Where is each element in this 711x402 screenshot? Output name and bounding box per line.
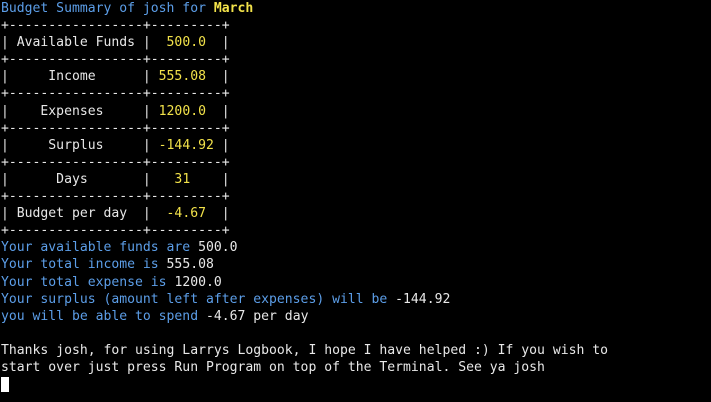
table-row: | Surplus | -144.92 | [1, 137, 711, 154]
budget-table: +-----------------+---------+ | Availabl… [1, 17, 711, 239]
row-value: -4.67 [150, 206, 222, 222]
table-row: | Expenses | 1200.0 | [1, 103, 711, 120]
row-end: | [221, 69, 230, 85]
table-border: +-----------------+---------+ [1, 18, 230, 34]
table-border: +-----------------+---------+ [1, 189, 230, 205]
row-end: | [221, 35, 230, 51]
table-row: | Income | 555.08 | [1, 68, 711, 85]
table-border: +-----------------+---------+ [1, 52, 230, 68]
summary-value: 1200.0 [174, 274, 222, 290]
terminal-output[interactable]: Budget Summary of josh for March +------… [1, 0, 711, 393]
terminal-cursor[interactable] [1, 377, 9, 393]
summary-line: Your total expense is 1200.0 [1, 274, 711, 291]
summary-line: Your total income is 555.08 [1, 256, 711, 273]
summary-lines: Your available funds are 500.0 Your tota… [1, 239, 711, 324]
summary-value: 555.08 [166, 257, 214, 273]
row-value: 1200.0 [150, 103, 222, 119]
row-label: | Budget per day | [1, 206, 151, 222]
row-label: | Days | [1, 171, 151, 187]
row-value: 555.08 [150, 69, 222, 85]
closing-line-2: start over just press Run Program on top… [1, 359, 545, 375]
summary-suffix: per day [245, 308, 309, 324]
summary-text: Your total income is [1, 257, 167, 273]
table-border: +-----------------+---------+ [1, 223, 230, 239]
summary-title: Budget Summary of josh for March [1, 0, 711, 17]
table-row: | Available Funds | 500.0 | [1, 34, 711, 51]
summary-line: Your available funds are 500.0 [1, 239, 711, 256]
row-end: | [221, 137, 230, 153]
summary-value: 500.0 [198, 240, 238, 256]
row-label: | Surplus | [1, 137, 151, 153]
row-label: | Available Funds | [1, 35, 151, 51]
summary-value: -4.67 [205, 308, 246, 324]
row-value: -144.92 [150, 137, 222, 153]
row-label: | Income | [1, 69, 151, 85]
summary-line: Your surplus (amount left after expenses… [1, 291, 711, 308]
summary-text: you will be able to spend [1, 308, 206, 324]
table-row: | Days | 31 | [1, 171, 711, 188]
table-border: +-----------------+---------+ [1, 154, 230, 170]
summary-line: you will be able to spend -4.67 per day [1, 308, 711, 325]
table-border: +-----------------+---------+ [1, 86, 230, 102]
summary-text: Your total expense is [1, 274, 175, 290]
summary-title-prefix: Budget Summary of josh for [1, 1, 214, 16]
summary-text: Your available funds are [1, 240, 199, 256]
table-border: +-----------------+---------+ [1, 120, 230, 136]
closing-line-1: Thanks josh, for using Larrys Logbook, I… [1, 342, 608, 358]
row-value: 31 [150, 171, 222, 187]
row-value: 500.0 [150, 35, 222, 51]
summary-value: -144.92 [395, 291, 451, 307]
row-label: | Expenses | [1, 103, 151, 119]
row-end: | [221, 206, 230, 222]
row-end: | [221, 171, 230, 187]
summary-text: Your surplus (amount left after expenses… [1, 291, 396, 307]
table-row: | Budget per day | -4.67 | [1, 205, 711, 222]
summary-month: March [213, 1, 254, 16]
input-line[interactable] [1, 376, 711, 393]
row-end: | [221, 103, 230, 119]
